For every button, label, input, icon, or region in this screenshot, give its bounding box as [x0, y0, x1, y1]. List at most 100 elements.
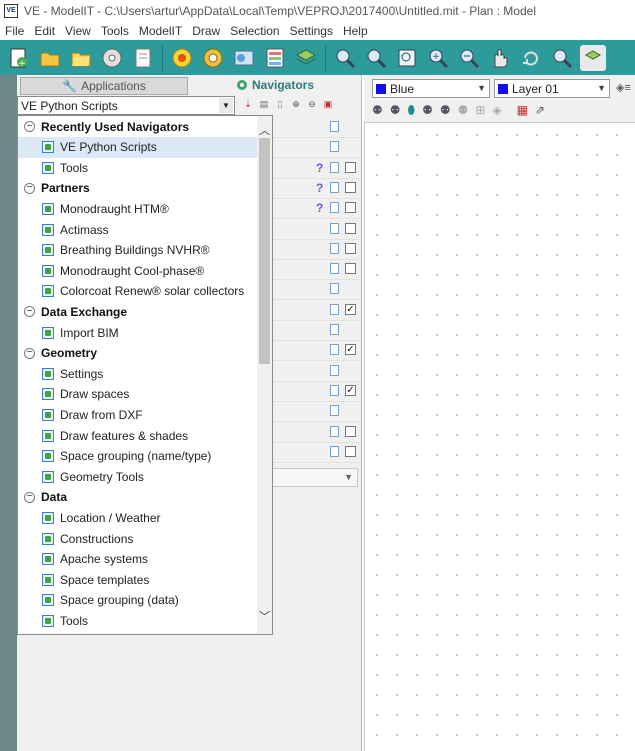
- document-icon[interactable]: [330, 384, 339, 396]
- document-icon[interactable]: [330, 364, 339, 376]
- row-checkbox[interactable]: [345, 242, 356, 254]
- row-checkbox[interactable]: [345, 263, 356, 275]
- dropdown-item[interactable]: Draw features & shades: [18, 425, 258, 446]
- draw-tool-icon[interactable]: ⚉: [458, 103, 469, 118]
- document-icon[interactable]: [330, 121, 339, 132]
- menu-help[interactable]: Help: [338, 24, 373, 38]
- document-icon[interactable]: [330, 425, 339, 437]
- dropdown-item[interactable]: Draw from DXF: [18, 404, 258, 425]
- document-icon[interactable]: [330, 283, 339, 295]
- table-icon[interactable]: ▦: [517, 103, 528, 118]
- dropdown-item[interactable]: Space grouping (data): [18, 590, 258, 611]
- zoom-in-icon[interactable]: +: [425, 45, 451, 71]
- menu-selection[interactable]: Selection: [225, 24, 284, 38]
- page-icon[interactable]: ▯: [274, 98, 286, 110]
- document-icon[interactable]: [330, 303, 339, 315]
- lower-select[interactable]: ▼: [272, 468, 358, 487]
- diamond-tool-icon[interactable]: ◈: [492, 103, 501, 118]
- dropdown-item[interactable]: Monodraught HTM®: [18, 198, 258, 219]
- menu-draw[interactable]: Draw: [187, 24, 225, 38]
- view-icon[interactable]: [580, 44, 606, 71]
- row-checkbox[interactable]: [345, 181, 356, 193]
- globe-icon[interactable]: [231, 45, 257, 71]
- dropdown-item[interactable]: Settings: [18, 363, 258, 384]
- dropdown-item[interactable]: Constructions: [18, 528, 258, 549]
- help-icon[interactable]: ?: [316, 161, 323, 175]
- new-file-icon[interactable]: +: [6, 45, 32, 71]
- pan-hand-icon[interactable]: [487, 45, 513, 71]
- dropdown-item[interactable]: Apache systems: [18, 549, 258, 570]
- dropdown-category[interactable]: − Data: [18, 487, 258, 508]
- row-checkbox[interactable]: [345, 445, 356, 457]
- collapse-icon[interactable]: −: [24, 306, 35, 318]
- row-checkbox[interactable]: [345, 222, 356, 234]
- rotate-icon[interactable]: [518, 45, 544, 71]
- document-icon[interactable]: [330, 324, 339, 335]
- sun-icon[interactable]: [169, 45, 195, 71]
- help-icon[interactable]: ?: [316, 181, 323, 195]
- scrollbar-thumb[interactable]: [259, 138, 270, 364]
- collapse-icon[interactable]: ⊖: [306, 98, 318, 110]
- row-checkbox[interactable]: [345, 202, 356, 214]
- collapse-icon[interactable]: −: [24, 347, 35, 359]
- open-folder-icon[interactable]: [37, 45, 63, 71]
- row-checkbox[interactable]: [345, 161, 356, 173]
- dropdown-category[interactable]: − Partners: [18, 178, 258, 199]
- folder-icon[interactable]: [68, 45, 94, 71]
- chevron-up-icon[interactable]: ︿: [257, 122, 272, 137]
- disc-icon[interactable]: [99, 45, 125, 71]
- dropdown-category[interactable]: − Data Exchange: [18, 301, 258, 322]
- document-icon[interactable]: [330, 405, 339, 417]
- document-icon[interactable]: [330, 445, 339, 457]
- collapse-icon[interactable]: −: [24, 491, 35, 503]
- row-checkbox[interactable]: ✓: [345, 344, 356, 356]
- dropdown-category[interactable]: −Module Analysis: [18, 631, 258, 634]
- collapse-icon[interactable]: −: [24, 121, 35, 132]
- grid-tool-icon[interactable]: ⊞: [475, 103, 485, 118]
- menu-settings[interactable]: Settings: [285, 24, 338, 38]
- help-icon[interactable]: ?: [316, 201, 323, 215]
- close-icon[interactable]: ▣: [322, 98, 334, 110]
- chevron-down-icon[interactable]: ﹀: [257, 608, 272, 623]
- expand-icon[interactable]: ⊕: [290, 98, 302, 110]
- menu-tools[interactable]: Tools: [96, 24, 134, 38]
- export-icon[interactable]: ⇗: [535, 103, 545, 118]
- print-icon[interactable]: ▤: [258, 98, 270, 110]
- undo-view-icon[interactable]: [549, 45, 575, 71]
- document-icon[interactable]: [330, 344, 339, 356]
- row-checkbox[interactable]: ✓: [345, 384, 356, 396]
- zoom-extents-icon[interactable]: [332, 45, 358, 71]
- tab-applications[interactable]: 🔧 Applications: [20, 77, 188, 95]
- menu-file[interactable]: File: [0, 24, 29, 38]
- collapse-icon[interactable]: −: [24, 182, 35, 194]
- dropdown-item[interactable]: Monodraught Cool-phase®: [18, 260, 258, 281]
- document-icon[interactable]: [330, 242, 339, 254]
- dropdown-item[interactable]: Geometry Tools: [18, 466, 258, 487]
- drawing-canvas[interactable]: [364, 123, 635, 751]
- document-icon[interactable]: [330, 222, 339, 234]
- draw-tool-icon[interactable]: ⚉: [440, 103, 451, 118]
- dropdown-item[interactable]: Colorcoat Renew® solar collectors: [18, 281, 258, 302]
- navigator-select[interactable]: VE Python Scripts ▼: [17, 96, 235, 115]
- layer-select[interactable]: Layer 01 ▼: [494, 79, 610, 98]
- row-checkbox[interactable]: [345, 425, 356, 437]
- menu-view[interactable]: View: [60, 24, 96, 38]
- dropdown-item[interactable]: Draw spaces: [18, 384, 258, 405]
- dropdown-item[interactable]: Actimass: [18, 219, 258, 240]
- dropdown-item[interactable]: Location / Weather: [18, 507, 258, 528]
- document-icon[interactable]: [330, 141, 339, 153]
- document-icon[interactable]: [330, 181, 339, 193]
- layers-icon[interactable]: [293, 45, 319, 71]
- menu-modelit[interactable]: ModelIT: [134, 24, 187, 38]
- tab-navigators[interactable]: Navigators: [190, 75, 360, 95]
- dropdown-category[interactable]: − Recently Used Navigators: [18, 116, 258, 137]
- dropdown-item[interactable]: Space grouping (name/type): [18, 446, 258, 467]
- zoom-icon[interactable]: [363, 45, 389, 71]
- dropdown-item[interactable]: Breathing Buildings NVHR®: [18, 240, 258, 261]
- draw-tool-icon[interactable]: ⚉: [390, 103, 401, 118]
- dropdown-item[interactable]: Import BIM: [18, 322, 258, 343]
- dropdown-category[interactable]: − Geometry: [18, 343, 258, 364]
- layer-settings-icon[interactable]: ◈≡: [616, 81, 631, 94]
- row-checkbox[interactable]: ✓: [345, 303, 356, 315]
- dropdown-item[interactable]: VE Python Scripts: [18, 136, 258, 158]
